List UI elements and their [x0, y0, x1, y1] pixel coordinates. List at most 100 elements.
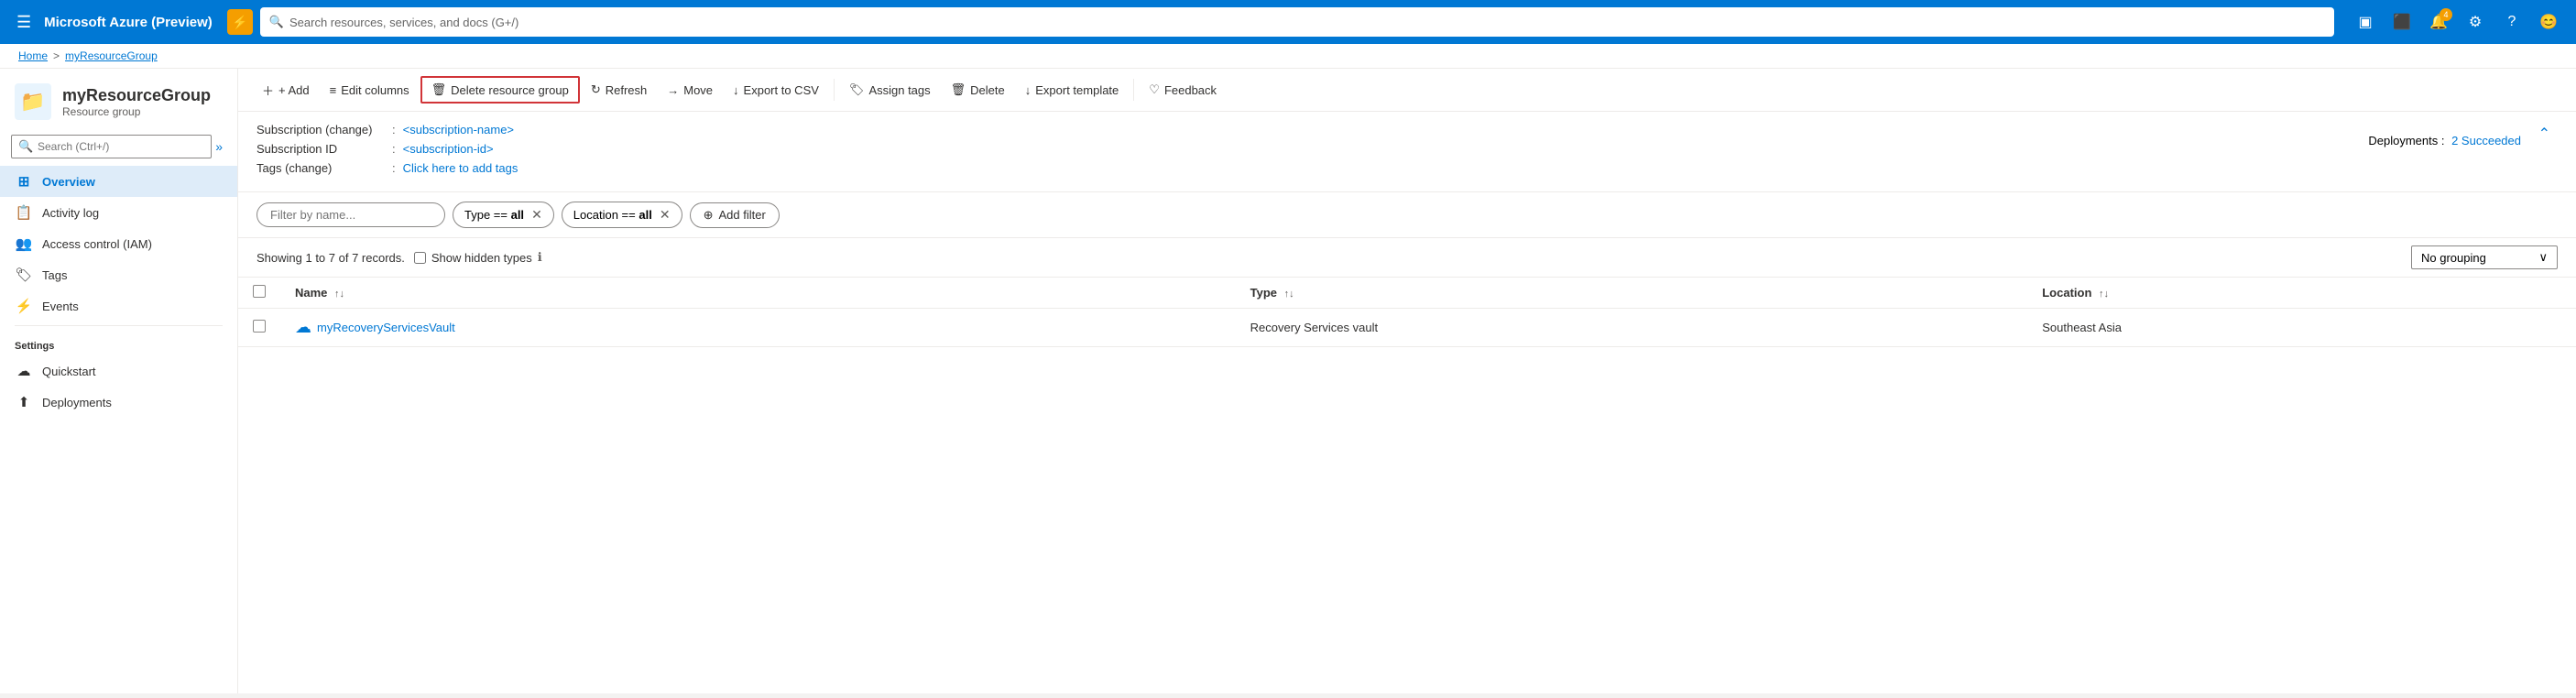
- show-hidden-checkbox[interactable]: [414, 252, 426, 264]
- name-sort-icon[interactable]: ↑↓: [334, 289, 344, 300]
- export-csv-button[interactable]: ↓ Export to CSV: [724, 79, 828, 102]
- sidebar-item-tags[interactable]: 🏷 Tags: [0, 259, 237, 290]
- resource-name-link[interactable]: ☁ myRecoveryServicesVault: [295, 318, 1221, 337]
- location-filter-close-icon[interactable]: ✕: [660, 207, 671, 223]
- add-button[interactable]: ＋ + Add: [253, 77, 319, 104]
- toolbar-divider-2: [1133, 79, 1134, 101]
- notification-icon[interactable]: 🔔 4: [2422, 5, 2455, 38]
- move-icon: →: [667, 83, 679, 97]
- sidebar-item-deployments[interactable]: ⬆ Deployments: [0, 387, 237, 418]
- sidebar-item-access-control[interactable]: 👥 Access control (IAM): [0, 228, 237, 259]
- sidebar-item-label-overview: Overview: [42, 175, 95, 189]
- sidebar-item-label-events: Events: [42, 300, 79, 313]
- toolbar-divider-1: [834, 79, 835, 101]
- resource-name: myResourceGroup: [62, 86, 211, 105]
- export-csv-label: Export to CSV: [744, 83, 819, 97]
- hamburger-icon[interactable]: ☰: [11, 7, 37, 38]
- sidebar-search-input[interactable]: [11, 135, 212, 158]
- row-name-cell: ☁ myRecoveryServicesVault: [280, 309, 1236, 347]
- info-row-subscription-id: Subscription ID : <subscription-id>: [257, 142, 2558, 156]
- type-filter-close-icon[interactable]: ✕: [531, 207, 542, 223]
- name-column-label: Name: [295, 286, 327, 300]
- settings-icon[interactable]: ⚙: [2459, 5, 2492, 38]
- grouping-label: No grouping: [2421, 251, 2531, 265]
- breadcrumb: Home > myResourceGroup: [0, 44, 2576, 69]
- location-filter-label: Location == all: [573, 208, 652, 222]
- info-sep-2: :: [392, 142, 396, 156]
- delete2-icon: 🗑: [951, 82, 966, 97]
- quickstart-icon: ☁: [15, 363, 33, 379]
- breadcrumb-separator: >: [53, 49, 60, 62]
- breadcrumb-current[interactable]: myResourceGroup: [65, 49, 158, 62]
- info-row-subscription: Subscription (change) : <subscription-na…: [257, 123, 2558, 136]
- info-row-tags: Tags (change) : Click here to add tags: [257, 161, 2558, 175]
- deployments-info: Deployments : 2 Succeeded: [2368, 134, 2521, 147]
- tags-change-link[interactable]: (change): [285, 161, 332, 175]
- notification-badge: 4: [2440, 8, 2452, 21]
- show-hidden-label: Show hidden types: [431, 251, 532, 265]
- select-all-checkbox[interactable]: [253, 285, 266, 298]
- show-hidden-types[interactable]: Show hidden types ℹ: [414, 250, 542, 265]
- location-filter-tag[interactable]: Location == all ✕: [562, 202, 682, 228]
- type-sort-icon[interactable]: ↑↓: [1284, 289, 1294, 300]
- events-icon: ⚡: [15, 298, 33, 314]
- info-sep-3: :: [392, 161, 396, 175]
- subscription-id-link[interactable]: <subscription-id>: [403, 142, 494, 156]
- add-filter-label: Add filter: [718, 208, 765, 222]
- resource-name-text: myRecoveryServicesVault: [317, 321, 455, 334]
- location-sort-icon[interactable]: ↑↓: [2099, 289, 2109, 300]
- delete2-button[interactable]: 🗑 Delete: [942, 78, 1014, 102]
- table-header-type: Type ↑↓: [1236, 278, 2028, 309]
- sidebar-item-quickstart[interactable]: ☁ Quickstart: [0, 355, 237, 387]
- global-search[interactable]: 🔍 Search resources, services, and docs (…: [260, 7, 2334, 37]
- top-navigation: ☰ Microsoft Azure (Preview) ⚡ 🔍 Search r…: [0, 0, 2576, 44]
- grouping-chevron-icon: ∨: [2538, 250, 2548, 265]
- assign-tags-button[interactable]: 🏷 Assign tags: [840, 78, 940, 102]
- account-icon[interactable]: 😊: [2532, 5, 2565, 38]
- type-filter-tag[interactable]: Type == all ✕: [453, 202, 554, 228]
- add-label: + Add: [278, 83, 310, 97]
- feedback-label: Feedback: [1164, 83, 1217, 97]
- assign-tags-label: Assign tags: [868, 83, 930, 97]
- add-filter-button[interactable]: ⊕ Add filter: [690, 202, 780, 228]
- row-checkbox[interactable]: [253, 320, 266, 333]
- help-icon[interactable]: ?: [2495, 5, 2528, 38]
- collapse-arrow[interactable]: ⌃: [2538, 125, 2550, 143]
- resource-info: myResourceGroup Resource group: [62, 86, 211, 118]
- filter-by-name-input[interactable]: [257, 202, 445, 227]
- export-template-button[interactable]: ↓ Export template: [1016, 79, 1129, 102]
- records-text: Showing 1 to 7 of 7 records.: [257, 251, 405, 265]
- export-csv-icon: ↓: [733, 83, 739, 97]
- delete-resource-group-button[interactable]: 🗑 Delete resource group: [420, 76, 580, 104]
- deployments-value-link[interactable]: 2 Succeeded: [2451, 134, 2521, 147]
- feedback-button[interactable]: ♡ Feedback: [1140, 78, 1226, 102]
- sidebar-item-events[interactable]: ⚡ Events: [0, 290, 237, 322]
- row-type-cell: Recovery Services vault: [1236, 309, 2028, 347]
- resource-type-icon: ☁: [295, 318, 311, 337]
- alert-icon[interactable]: ⚡: [227, 9, 253, 35]
- main-layout: 📁 myResourceGroup Resource group 🔍 » ⊞ O…: [0, 69, 2576, 693]
- grouping-dropdown[interactable]: No grouping ∨: [2411, 245, 2558, 269]
- refresh-button[interactable]: ↻ Refresh: [582, 78, 656, 102]
- export-template-icon: ↓: [1025, 83, 1031, 97]
- row-location-cell: Southeast Asia: [2027, 309, 2576, 347]
- subscription-change-link[interactable]: (change): [325, 123, 372, 136]
- info-section-inner: Subscription (change) : <subscription-na…: [257, 123, 2558, 175]
- subscription-value: <subscription-name>: [403, 123, 514, 136]
- refresh-label: Refresh: [606, 83, 648, 97]
- terminal-icon[interactable]: ▣: [2349, 5, 2382, 38]
- tags-link[interactable]: Click here to add tags: [403, 161, 518, 175]
- show-hidden-info-icon[interactable]: ℹ: [538, 250, 542, 265]
- subscription-name-link[interactable]: <subscription-name>: [403, 123, 514, 136]
- add-icon: ＋: [262, 82, 274, 99]
- edit-columns-button[interactable]: ≡ Edit columns: [321, 79, 419, 102]
- edit-columns-icon: ≡: [330, 83, 337, 97]
- records-bar: Showing 1 to 7 of 7 records. Show hidden…: [238, 238, 2576, 278]
- sidebar-item-overview[interactable]: ⊞ Overview: [0, 166, 237, 197]
- portal-icon[interactable]: ⬛: [2385, 5, 2418, 38]
- breadcrumb-home[interactable]: Home: [18, 49, 48, 62]
- move-button[interactable]: → Move: [658, 79, 722, 102]
- location-column-label: Location: [2042, 286, 2091, 300]
- sidebar-item-activity-log[interactable]: 📋 Activity log: [0, 197, 237, 228]
- sidebar-collapse-button[interactable]: »: [212, 136, 226, 158]
